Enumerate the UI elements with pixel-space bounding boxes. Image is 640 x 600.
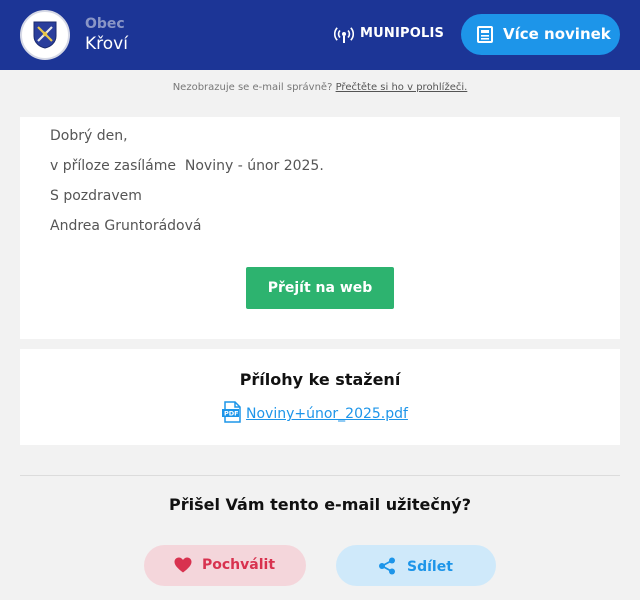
signature-text: Andrea Gruntorádová	[50, 218, 202, 234]
attachments-title: Přílohy ke stažení	[239, 370, 401, 389]
org-name: Křoví	[85, 34, 128, 54]
praise-button[interactable]: Pochválit	[144, 545, 306, 586]
message-card: Dobrý den, v příloze zasíláme Noviny - ú…	[20, 117, 620, 339]
attachment-link[interactable]: Noviny+únor_2025.pdf	[246, 406, 408, 422]
svg-text:PDF: PDF	[224, 410, 239, 418]
org-type-label: Obec	[85, 16, 125, 32]
greeting-text: Dobrý den,	[50, 128, 128, 144]
feedback-question: Přišel Vám tento e-mail užitečný?	[169, 495, 471, 514]
more-news-label: Více novinek	[503, 25, 611, 43]
praise-label: Pochválit	[202, 557, 276, 573]
message-body-text: v příloze zasíláme Noviny - únor 2025.	[50, 158, 324, 174]
view-in-browser-link[interactable]: Přečtěte si ho v prohlížeči.	[336, 82, 468, 93]
broadcast-icon	[334, 27, 354, 43]
header-bar: Obec Křoví MUNIPOLIS Více novinek	[0, 0, 640, 70]
share-button[interactable]: Sdílet	[336, 545, 496, 586]
heart-icon	[174, 557, 192, 573]
municipality-crest-logo[interactable]	[20, 10, 70, 60]
crest-icon	[33, 21, 57, 49]
pdf-file-icon: PDF	[222, 401, 241, 423]
more-news-button[interactable]: Více novinek	[461, 14, 620, 55]
brand-name: MUNIPOLIS	[360, 26, 445, 41]
newspaper-icon	[477, 26, 493, 43]
share-label: Sdílet	[407, 559, 453, 575]
view-in-browser-notice: Nezobrazuje se e-mail správně? Přečtěte …	[0, 82, 640, 93]
section-divider	[20, 475, 620, 476]
closing-text: S pozdravem	[50, 188, 142, 204]
notice-text: Nezobrazuje se e-mail správně?	[172, 82, 336, 93]
go-to-web-button[interactable]: Přejít na web	[246, 267, 394, 309]
attachments-card: Přílohy ke stažení PDF Noviny+únor_2025.…	[20, 349, 620, 445]
share-icon	[379, 557, 395, 575]
